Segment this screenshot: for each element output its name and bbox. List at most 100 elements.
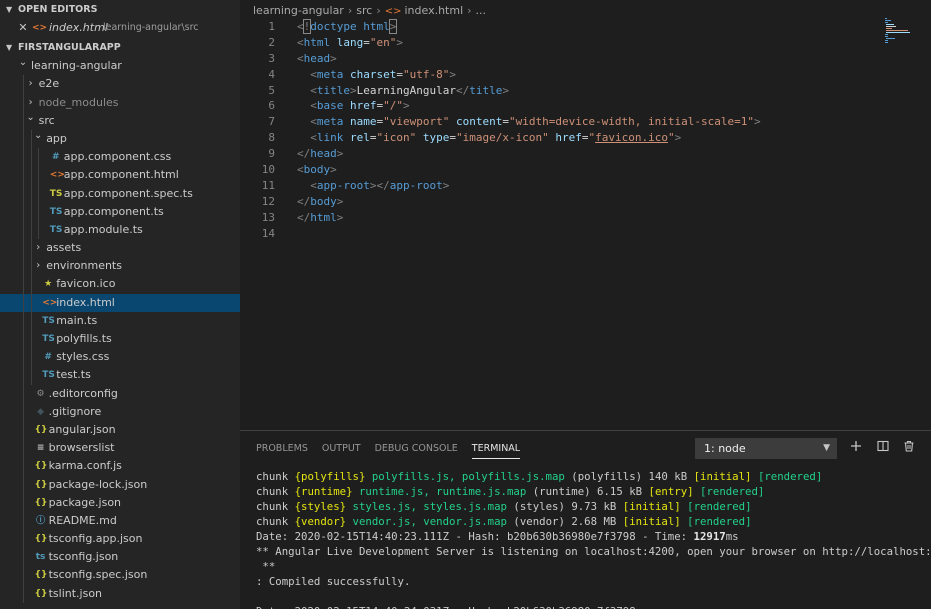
css-file-icon: # — [44, 352, 52, 363]
line-number: 4 — [268, 67, 275, 81]
code-line[interactable]: 7 <meta name="viewport" content="width=d… — [240, 114, 880, 130]
terminal-text: runtime.js, runtime.js.map — [358, 485, 527, 498]
tree-folder[interactable]: ⌄ src — [0, 111, 240, 130]
code-line[interactable]: 12 </body> — [240, 194, 880, 210]
breadcrumb-item[interactable]: src — [356, 4, 372, 17]
code-line[interactable]: 10 <body> — [240, 162, 880, 178]
code-line[interactable]: 2 <html lang="en"> — [240, 35, 880, 51]
close-icon[interactable]: ✕ — [18, 19, 28, 37]
tree-file[interactable]: ◆ .gitignore — [0, 402, 240, 421]
tree-file[interactable]: <> app.component.html — [0, 166, 240, 185]
code-text: </head> — [297, 146, 343, 162]
breadcrumb-item[interactable]: index.html — [404, 4, 463, 17]
terminal-output[interactable]: chunk {polyfills} polyfills.js, polyfill… — [256, 469, 931, 609]
tree-folder[interactable]: › node_modules — [0, 93, 240, 112]
code-line[interactable]: 4 <meta charset="utf-8"> — [240, 67, 880, 83]
tree-item-label: angular.json — [48, 422, 116, 436]
tree-file[interactable]: ⚙ .editorconfig — [0, 384, 240, 403]
code-token: ></ — [369, 178, 390, 192]
indent-guide — [30, 239, 32, 258]
code-line[interactable]: 1 <!doctype html> — [240, 19, 880, 35]
tree-file[interactable]: TS app.component.spec.ts — [0, 184, 240, 203]
tree-file[interactable]: {} tslint.json — [0, 584, 240, 603]
terminal-select[interactable]: 1: node ▼ — [695, 438, 837, 459]
code-token: "utf-8" — [402, 67, 450, 81]
terminal-text: Date: 2020-02-15T14:40:24.031Z - Hash: b… — [256, 605, 636, 609]
plus-icon — [851, 441, 861, 451]
indent-guide — [23, 420, 24, 440]
tree-file[interactable]: TS main.ts — [0, 311, 240, 330]
kill-terminal-button[interactable] — [900, 439, 918, 457]
tree-file[interactable]: {} karma.conf.js — [0, 457, 240, 476]
tree-file[interactable]: ts tsconfig.json — [0, 548, 240, 567]
project-header[interactable]: ▼ FIRSTANGULARAPP — [0, 38, 240, 57]
tree-folder[interactable]: › environments — [0, 257, 240, 276]
tree-file[interactable]: {} tsconfig.spec.json — [0, 566, 240, 585]
indent-guide — [23, 566, 24, 585]
terminal-text: [initial] — [622, 515, 681, 528]
tree-file[interactable]: {} package.json — [0, 493, 240, 512]
code-token: = — [369, 131, 377, 145]
tree-file[interactable]: ★ favicon.ico — [0, 275, 240, 294]
tree-item-label: node_modules — [38, 95, 119, 109]
code-token: > — [388, 19, 398, 34]
code-line[interactable]: 11 <app-root></app-root> — [240, 178, 880, 194]
indent-guide — [23, 111, 24, 130]
tree-item-label: environments — [46, 259, 122, 273]
code-line[interactable]: 8 <link rel="icon" type="image/x-icon" h… — [240, 130, 880, 146]
add-terminal-button[interactable] — [847, 439, 865, 457]
code-token: "image/x-icon" — [456, 131, 549, 145]
code-token: app-root — [316, 178, 370, 192]
code-line[interactable]: 14 — [240, 226, 880, 242]
tree-file[interactable]: TS app.module.ts — [0, 220, 240, 240]
file-tree: ⌄ learning-angular › e2e › node_modules ⌄ src ⌄ a… — [0, 57, 240, 603]
code-area[interactable]: 1 <!doctype html> 2 <html lang="en"> 3 <head>… — [240, 19, 880, 241]
tree-file[interactable]: {} package-lock.json — [0, 475, 240, 494]
split-terminal-button[interactable] — [874, 439, 892, 457]
open-editor-item[interactable]: ✕ <> index.html learning-angular\src — [0, 19, 240, 37]
tree-folder[interactable]: › assets — [0, 239, 240, 258]
indent-guide — [30, 202, 32, 221]
tree-file[interactable]: {} angular.json — [0, 420, 240, 440]
code-line[interactable]: 3 <head> — [240, 51, 880, 67]
editor[interactable]: learning-angular › src › <> index.html ›... 1 <… — [240, 0, 931, 430]
panel-tab-debug-console[interactable]: DEBUG CONSOLE — [375, 442, 458, 458]
tree-folder[interactable]: ⌄ app — [0, 129, 240, 149]
code-line[interactable]: 6 <base href="/"> — [240, 98, 880, 114]
code-token: " — [667, 131, 675, 145]
code-line[interactable]: 9 </head> — [240, 146, 880, 162]
tree-folder[interactable]: › e2e — [0, 75, 240, 94]
breadcrumb-item[interactable]: ... — [476, 4, 487, 17]
tree-file[interactable]: TS polyfills.ts — [0, 330, 240, 349]
code-token: app-root — [389, 178, 443, 192]
code-token: < — [310, 67, 317, 81]
tree-file[interactable]: <> index.html — [0, 293, 240, 312]
code-text: <meta charset="utf-8"> — [297, 67, 456, 83]
chevron-right-icon: › — [347, 4, 353, 17]
code-line[interactable]: 13 </html> — [240, 210, 880, 226]
tree-file[interactable]: # styles.css — [0, 348, 240, 367]
tree-file[interactable]: TS app.component.ts — [0, 202, 240, 221]
terminal-text: [rendered] — [700, 485, 765, 498]
chevron-down-icon: ▼ — [823, 443, 830, 453]
panel-tab-problems[interactable]: PROBLEMS — [256, 442, 308, 458]
code-text: <head> — [297, 51, 337, 67]
list-lines-icon: ≡ — [36, 443, 45, 454]
code-token: > — [336, 210, 344, 224]
minimap[interactable] — [885, 18, 925, 48]
tree-item-label: browserslist — [48, 441, 115, 455]
panel-tab-terminal[interactable]: TERMINAL — [471, 442, 521, 459]
code-text: <body> — [297, 162, 337, 178]
tree-folder[interactable]: ⌄ learning-angular — [0, 57, 240, 75]
tree-file[interactable]: TS test.ts — [0, 366, 240, 385]
indent-guide — [38, 202, 40, 221]
tree-file[interactable]: ⓘ README.md — [0, 511, 240, 531]
tree-file[interactable]: ≡ browserslist — [0, 439, 240, 458]
code-token: LearningAngular — [356, 83, 456, 97]
panel-tab-output[interactable]: OUTPUT — [322, 442, 361, 458]
open-editors-header[interactable]: ▼ OPEN EDITORS — [0, 0, 240, 19]
breadcrumb-item[interactable]: learning-angular — [253, 4, 344, 17]
code-line[interactable]: 5 <title>LearningAngular</title> — [240, 83, 880, 99]
tree-file[interactable]: # app.component.css — [0, 148, 240, 167]
tree-file[interactable]: {} tsconfig.app.json — [0, 530, 240, 549]
